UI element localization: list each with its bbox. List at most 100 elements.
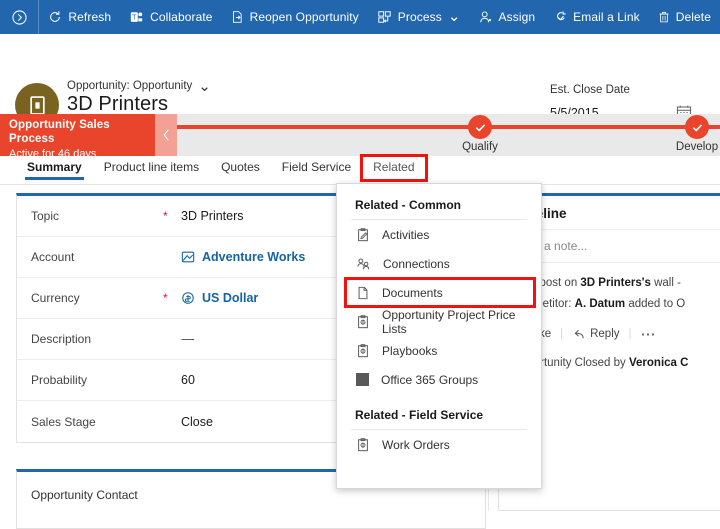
- reply-arrow-icon: [572, 328, 585, 341]
- trash-icon: [658, 10, 670, 24]
- field-value-probability[interactable]: 60: [181, 373, 195, 387]
- page-title: 3D Printers: [67, 93, 169, 115]
- playbook-icon: [356, 343, 370, 358]
- field-value-description[interactable]: ----: [181, 332, 195, 346]
- flyout-group-title-field-service: Related - Field Service: [355, 408, 484, 422]
- flyout-item-label: Opportunity Project Price Lists: [382, 307, 516, 336]
- entity-label: Opportunity: Opportunity: [67, 80, 193, 92]
- flyout-item-label: Playbooks: [382, 343, 438, 358]
- svg-text:T: T: [132, 15, 137, 22]
- opportunity-record-icon: [29, 95, 46, 115]
- flyout-item-playbooks[interactable]: Playbooks: [337, 336, 541, 365]
- stage-label: Qualify: [462, 141, 498, 153]
- currency-link-label: US Dollar: [202, 291, 259, 305]
- entity-breadcrumb[interactable]: Opportunity: Opportunity ⌄: [67, 79, 211, 94]
- field-value-currency[interactable]: US Dollar: [181, 291, 258, 305]
- stage-complete-check-icon: [468, 115, 492, 139]
- reply-button[interactable]: Reply: [572, 328, 620, 341]
- flyout-item-label: Connections: [383, 256, 450, 271]
- activities-icon: [356, 227, 370, 242]
- field-label: Currency: [31, 291, 80, 305]
- reopen-opportunity-button[interactable]: Reopen Opportunity: [222, 0, 368, 34]
- documents-icon: [356, 286, 370, 300]
- connections-icon: [356, 257, 371, 271]
- chevron-circle-right-icon: [12, 9, 27, 25]
- timeline-post-line-2: Competitor: A. Datum added to O: [512, 298, 686, 310]
- assign-button[interactable]: Assign: [470, 0, 545, 34]
- field-label: Account: [31, 250, 75, 264]
- teams-collaborate-icon: T: [129, 10, 144, 24]
- office365-groups-icon: [356, 373, 369, 386]
- account-link-label: Adventure Works: [202, 250, 306, 264]
- required-marker: *: [163, 209, 168, 223]
- process-stage-develop[interactable]: Develop: [637, 114, 720, 153]
- reply-label: Reply: [590, 328, 620, 340]
- refresh-button[interactable]: Refresh: [39, 0, 120, 34]
- flyout-item-documents[interactable]: Documents: [344, 277, 536, 308]
- reopen-opportunity-label: Reopen Opportunity: [249, 10, 359, 24]
- delete-button[interactable]: Delete: [649, 0, 720, 34]
- account-icon: [181, 250, 195, 264]
- related-flyout-menu: Related - Common Activities Connections …: [336, 183, 542, 489]
- collaborate-label: Collaborate: [150, 10, 213, 24]
- tab-summary[interactable]: Summary: [16, 156, 93, 180]
- required-marker: *: [163, 291, 168, 305]
- flyout-item-office-365-groups[interactable]: Office 365 Groups: [337, 365, 541, 394]
- process-button[interactable]: Process ⌄: [368, 0, 470, 34]
- reopen-icon: [231, 10, 244, 24]
- field-label: Description: [31, 332, 92, 346]
- timeline-closed-line: Opportunity Closed by Veronica C: [512, 357, 689, 369]
- action-separator-2: |: [628, 328, 632, 340]
- process-name-block[interactable]: Opportunity Sales Process Active for 46 …: [0, 114, 155, 160]
- more-ellipsis-icon[interactable]: ⋯: [641, 325, 656, 343]
- process-name: Opportunity Sales Process: [9, 119, 110, 145]
- email-a-link-button[interactable]: Email a Link: [544, 0, 649, 34]
- assign-person-icon: [479, 10, 493, 24]
- chevron-down-icon: ⌄: [447, 8, 461, 25]
- expand-command-bar-button[interactable]: [0, 0, 40, 34]
- collaborate-button[interactable]: T Collaborate: [120, 0, 221, 34]
- timeline-closed-bold: Veronica C: [628, 357, 689, 369]
- field-value-sales-stage[interactable]: Close: [181, 415, 213, 429]
- price-list-icon: [356, 314, 370, 329]
- tab-field-service[interactable]: Field Service: [271, 156, 362, 180]
- field-label: Sales Stage: [31, 414, 96, 429]
- flyout-item-activities[interactable]: Activities: [337, 220, 541, 249]
- field-value-account[interactable]: Adventure Works: [181, 250, 305, 264]
- flyout-group-title-common: Related - Common: [355, 198, 462, 212]
- form-tabs: Summary Product line items Quotes Field …: [0, 154, 720, 185]
- currency-icon: [181, 291, 195, 305]
- chevron-left-icon: [162, 128, 171, 142]
- flyout-item-label: Documents: [382, 285, 443, 300]
- flyout-item-opportunity-project-price-lists[interactable]: Opportunity Project Price Lists: [337, 307, 541, 336]
- email-a-link-label: Email a Link: [573, 10, 640, 24]
- stage-complete-check-icon: [685, 115, 709, 139]
- flyout-item-label: Office 365 Groups: [381, 372, 479, 387]
- action-separator: |: [560, 328, 564, 340]
- timeline-post-bold: 3D Printers's: [580, 277, 651, 289]
- stage-label: Develop: [675, 141, 719, 153]
- process-collapse-button[interactable]: [155, 114, 177, 156]
- assign-label: Assign: [498, 10, 536, 24]
- process-stage-qualify[interactable]: Qualify: [420, 114, 540, 153]
- process-icon: [377, 10, 392, 24]
- work-orders-icon: [356, 437, 370, 452]
- flyout-item-work-orders[interactable]: Work Orders: [337, 430, 541, 459]
- tab-related[interactable]: Related: [360, 154, 428, 182]
- email-link-icon: [553, 10, 567, 24]
- refresh-label: Refresh: [68, 10, 112, 24]
- tab-product-line-items[interactable]: Product line items: [93, 156, 210, 180]
- timeline-post-bold-2: A. Datum: [574, 298, 626, 310]
- business-process-flow: Opportunity Sales Process Active for 46 …: [0, 114, 720, 160]
- flyout-item-connections[interactable]: Connections: [337, 249, 541, 278]
- timeline-post-line-1: Auto-post on 3D Printers's wall -: [512, 277, 681, 289]
- flyout-item-label: Activities: [382, 227, 430, 242]
- field-value-topic[interactable]: 3D Printers: [181, 209, 244, 223]
- chevron-down-icon[interactable]: ⌄: [198, 79, 211, 94]
- delete-label: Delete: [675, 10, 711, 24]
- est-close-date-label: Est. Close Date: [550, 84, 630, 96]
- process-stages: Qualify Develop: [177, 114, 720, 156]
- refresh-icon: [48, 10, 62, 24]
- flyout-item-label: Work Orders: [382, 437, 450, 452]
- tab-quotes[interactable]: Quotes: [210, 156, 271, 180]
